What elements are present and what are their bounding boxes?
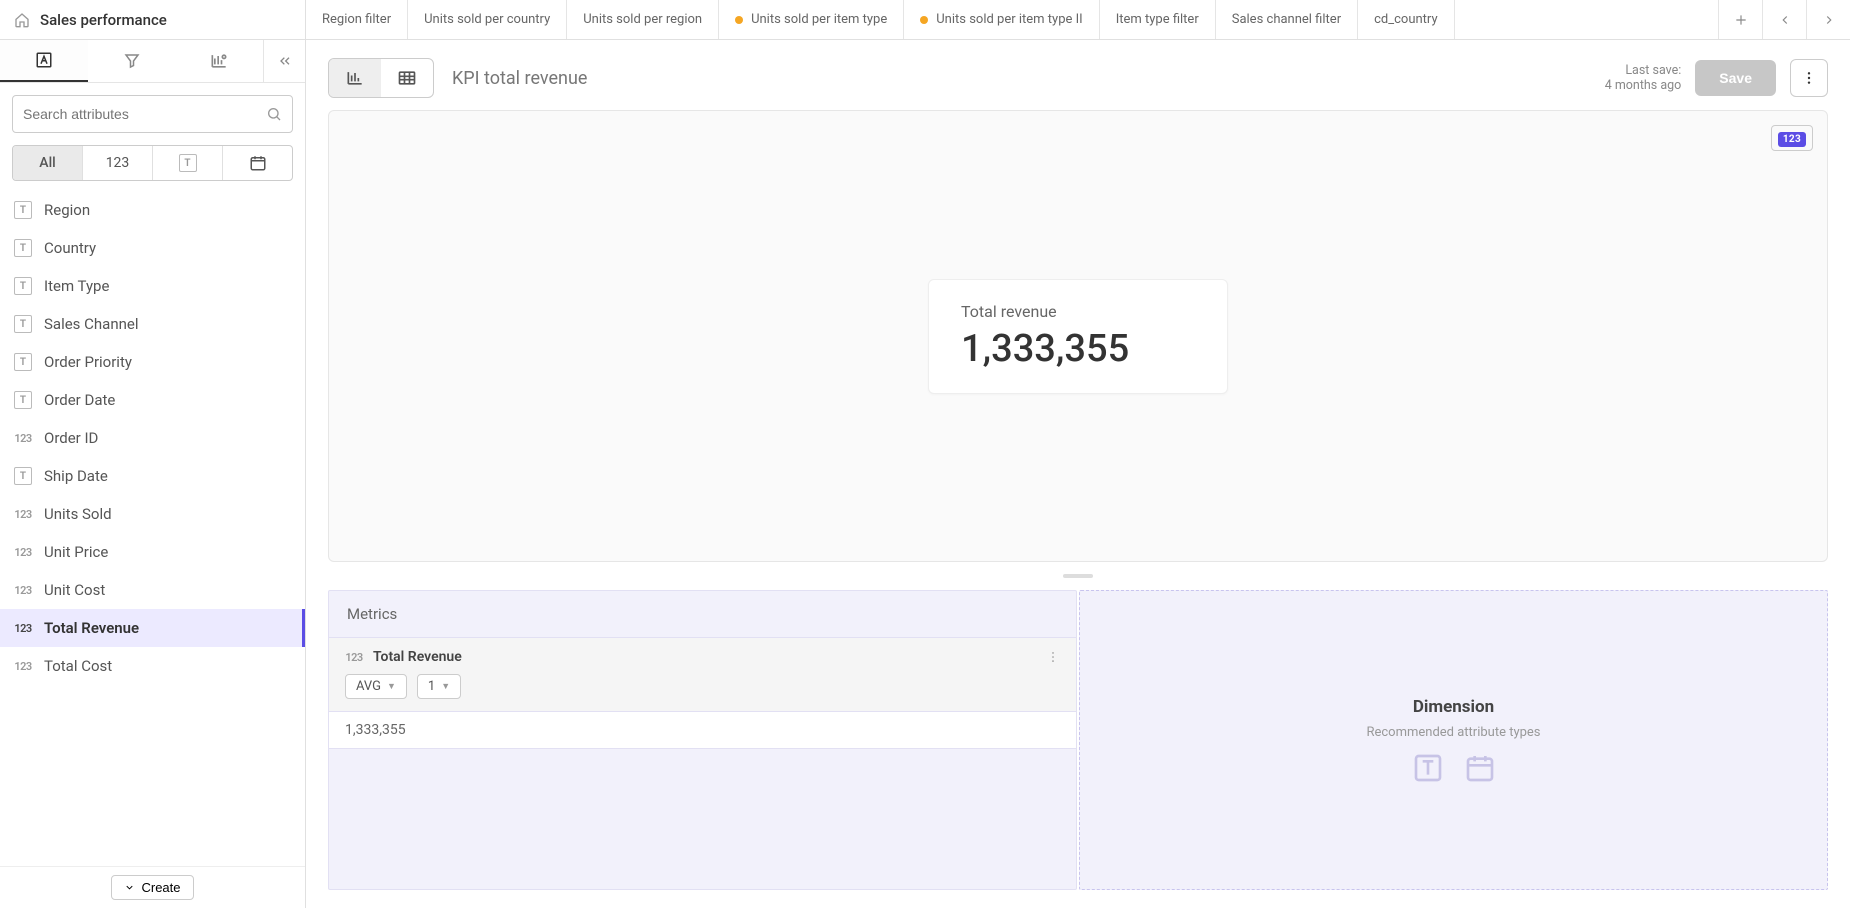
visualization-title: KPI total revenue (452, 68, 587, 89)
tab-units-country[interactable]: Units sold per country (408, 0, 567, 39)
viz-type-toggle (328, 58, 434, 98)
dimension-drop-zone[interactable]: Dimension Recommended attribute types (1079, 590, 1828, 890)
document-tabs: Region filter Units sold per country Uni… (306, 0, 1718, 39)
chevron-down-icon (124, 882, 135, 893)
tab-actions (1718, 0, 1850, 39)
tab-units-region[interactable]: Units sold per region (567, 0, 719, 39)
attr-total-revenue[interactable]: 123Total Revenue (0, 609, 305, 647)
attr-sales-channel[interactable]: TSales Channel (0, 305, 305, 343)
tab-item-type-filter[interactable]: Item type filter (1100, 0, 1216, 39)
filter-all-button[interactable]: All (13, 146, 83, 180)
calendar-icon (1464, 752, 1496, 784)
dirty-dot-icon (735, 16, 743, 24)
metrics-panel: Metrics 123 Total Revenue AVG▼ 1▼ 1,333 (328, 590, 1077, 890)
page-title: Sales performance (40, 11, 167, 29)
numeric-type-icon: 123 (345, 648, 363, 666)
text-type-icon: T (179, 154, 197, 172)
next-tab-button[interactable] (1806, 0, 1850, 39)
kpi-canvas: 123 Total revenue 1,333,355 (328, 110, 1828, 562)
kpi-value: 1,333,355 (961, 327, 1195, 371)
attr-order-id[interactable]: 123Order ID (0, 419, 305, 457)
breadcrumb: Sales performance (0, 0, 306, 39)
content-area: KPI total revenue Last save: 4 months ag… (306, 40, 1850, 908)
attr-unit-cost[interactable]: 123Unit Cost (0, 571, 305, 609)
dirty-dot-icon (920, 16, 928, 24)
attr-total-cost[interactable]: 123Total Cost (0, 647, 305, 685)
count-selector[interactable]: 1▼ (417, 674, 461, 699)
sidebar-tab-attributes[interactable] (0, 40, 88, 82)
kpi-type-badge[interactable]: 123 (1771, 125, 1813, 151)
attr-item-type[interactable]: TItem Type (0, 267, 305, 305)
top-bar: Sales performance Region filter Units so… (0, 0, 1850, 40)
search-input[interactable] (23, 106, 266, 122)
resize-handle[interactable] (328, 574, 1828, 578)
chart-view-button[interactable] (329, 59, 381, 97)
home-icon[interactable] (14, 12, 30, 28)
more-options-button[interactable] (1790, 59, 1828, 97)
collapse-sidebar-button[interactable] (263, 40, 305, 82)
kpi-card: Total revenue 1,333,355 (928, 279, 1228, 394)
attr-country[interactable]: TCountry (0, 229, 305, 267)
attributes-sidebar: All 123 T TRegion TCountry TItem Type TS… (0, 40, 306, 908)
tab-region-filter[interactable]: Region filter (306, 0, 408, 39)
metric-more-button[interactable] (1046, 650, 1060, 664)
attributes-list[interactable]: TRegion TCountry TItem Type TSales Chann… (0, 191, 305, 866)
metrics-header: Metrics (329, 591, 1076, 637)
attr-region[interactable]: TRegion (0, 191, 305, 229)
tab-cd-country[interactable]: cd_country (1358, 0, 1455, 39)
prev-tab-button[interactable] (1762, 0, 1806, 39)
kpi-label: Total revenue (961, 302, 1195, 321)
tab-units-item-type[interactable]: Units sold per item type (719, 0, 904, 39)
text-type-icon (1412, 752, 1444, 784)
add-tab-button[interactable] (1718, 0, 1762, 39)
attribute-type-filter: All 123 T (12, 145, 293, 181)
calendar-icon (249, 154, 267, 172)
save-button[interactable]: Save (1695, 60, 1776, 96)
aggregation-selector[interactable]: AVG▼ (345, 674, 407, 699)
tab-units-item-type-2[interactable]: Units sold per item type II (904, 0, 1099, 39)
metric-value-row: 1,333,355 (329, 712, 1076, 749)
attr-unit-price[interactable]: 123Unit Price (0, 533, 305, 571)
filter-numeric-button[interactable]: 123 (83, 146, 153, 180)
attr-order-priority[interactable]: TOrder Priority (0, 343, 305, 381)
filter-date-button[interactable] (223, 146, 292, 180)
table-view-button[interactable] (381, 59, 433, 97)
search-attributes-box[interactable] (12, 95, 293, 133)
filter-text-button[interactable]: T (153, 146, 223, 180)
save-meta: Last save: 4 months ago (1605, 63, 1682, 93)
create-button[interactable]: Create (111, 875, 193, 900)
attr-order-date[interactable]: TOrder Date (0, 381, 305, 419)
metric-item-total-revenue[interactable]: 123 Total Revenue AVG▼ 1▼ (329, 637, 1076, 712)
sidebar-tab-filter[interactable] (88, 40, 176, 82)
tab-sales-channel-filter[interactable]: Sales channel filter (1216, 0, 1358, 39)
search-icon (266, 106, 282, 122)
attr-units-sold[interactable]: 123Units Sold (0, 495, 305, 533)
sidebar-tab-chart[interactable] (175, 40, 263, 82)
attr-ship-date[interactable]: TShip Date (0, 457, 305, 495)
